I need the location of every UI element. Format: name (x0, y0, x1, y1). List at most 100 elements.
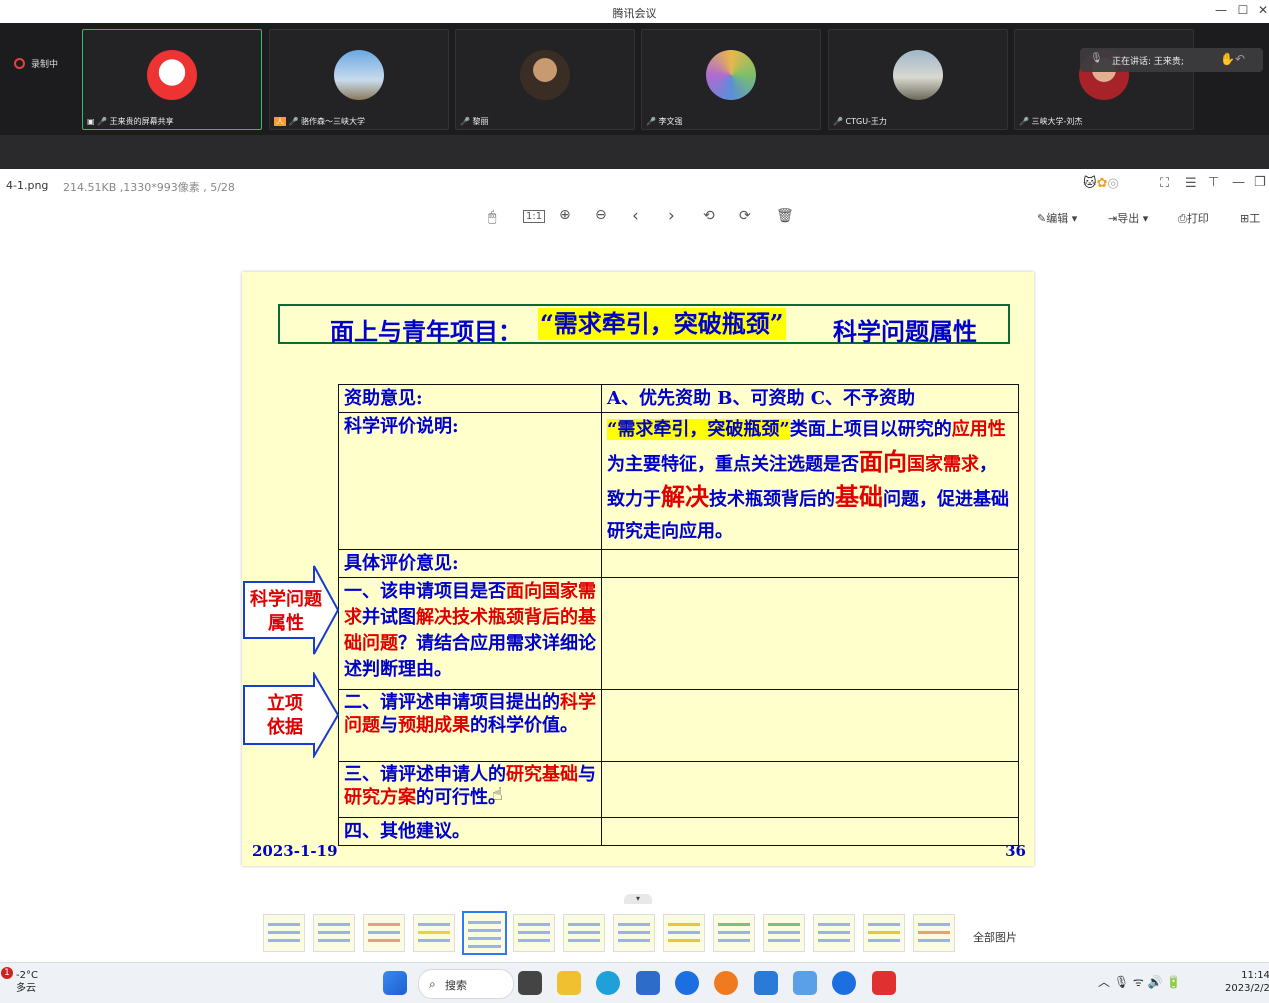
weather-widget[interactable]: -2°C 多云 (16, 969, 38, 995)
participant-tile[interactable]: 🎤 三峡大学-刘杰 (1014, 29, 1194, 130)
notification-badge[interactable]: 1 (1, 967, 13, 979)
weather-condition: 多云 (16, 983, 36, 994)
search-label: 搜索 (445, 979, 467, 992)
avatar (520, 50, 570, 100)
participant-name: 🎤 黎丽 (460, 117, 489, 126)
mic-muted-icon: 🎙 (1090, 53, 1103, 64)
table-cell: 二、请评述申请项目提出的科学问题与预期成果的科学价值。 (338, 689, 602, 762)
next-icon[interactable]: › (668, 206, 675, 226)
close-icon[interactable]: ✕ (1254, 3, 1269, 17)
edit-button[interactable]: ✎编辑 ▾ (1037, 210, 1077, 226)
task-view-icon[interactable] (518, 971, 542, 995)
participant-strip: 录制中 ▣ 🎤 王来贵的屏幕共享 人 🎤 骆作森～三峡大学 🎤 黎丽 🎤 李文强… (0, 23, 1269, 169)
thumbnail[interactable] (913, 914, 955, 952)
rotate-left-icon[interactable]: ⟲ (703, 208, 715, 224)
table-row: 科学评价说明: “需求牵引，突破瓶颈”类面上项目以研究的应用性为主要特征，重点关… (338, 412, 1019, 550)
zoom-out-icon[interactable]: ⊖ (595, 207, 607, 223)
edge-icon[interactable] (596, 971, 620, 995)
thumbnail[interactable] (413, 914, 455, 952)
taskbar-search[interactable]: ⌕ 搜索 (418, 969, 514, 999)
slide-page-number: 36 (1005, 842, 1026, 860)
grid-icon: ⊞ (1240, 212, 1250, 225)
participant-tile[interactable]: 🎤 李文强 (641, 29, 821, 130)
meeting-app-icon[interactable] (832, 971, 856, 995)
file-meta: 214.51KB ,1330*993像素 , 5/28 (63, 181, 235, 194)
actual-size-button[interactable]: 1:1 (523, 210, 546, 223)
windows-start-icon[interactable] (383, 971, 407, 995)
thumbnail[interactable] (713, 914, 755, 952)
search-icon: ⌕ (429, 977, 436, 991)
recording-label: 录制中 (31, 60, 59, 70)
thumbnail[interactable] (663, 914, 705, 952)
previous-icon[interactable]: ‹ (632, 206, 639, 226)
export-icon: ⇥ (1108, 212, 1118, 225)
delete-icon[interactable]: 🗑 (776, 208, 794, 224)
minimize-icon[interactable]: — (1212, 3, 1230, 17)
maximize-icon[interactable]: ☐ (1234, 3, 1252, 17)
thumbnail[interactable] (263, 914, 305, 952)
slide-image: 面上与青年项目： “需求牵引，突破瓶颈” 科学问题属性 资助意见: A、优先资助… (242, 272, 1034, 866)
recording-indicator[interactable]: 录制中 (14, 57, 58, 70)
table-row: 一、该申请项目是否面向国家需求并试图解决技术瓶颈背后的基础问题？请结合应用需求详… (338, 577, 1019, 690)
participant-tile[interactable]: 人 🎤 骆作森～三峡大学 (269, 29, 449, 130)
table-cell: 资助意见: (338, 384, 602, 413)
app-icon[interactable] (714, 971, 738, 995)
restore-icon[interactable]: ❐ (1254, 175, 1266, 190)
export-button[interactable]: ⇥导出 ▾ (1108, 210, 1148, 226)
speaking-indicator: 🎙 正在讲话: 王来贵; ✋↶ (1080, 48, 1263, 72)
photos-icon[interactable] (793, 971, 817, 995)
print-button[interactable]: ⎙打印 (1178, 210, 1209, 226)
table-cell (601, 817, 1019, 846)
hand-icon: ✋↶ (1220, 52, 1245, 66)
record-icon (14, 58, 25, 69)
fullscreen-icon[interactable]: ⛶ (1160, 176, 1169, 191)
table-cell (601, 577, 1019, 690)
slide-title-prefix: 面上与青年项目： (330, 317, 522, 346)
clock[interactable]: 11:14 2023/2/2 (1225, 969, 1269, 995)
tencent-meeting-icon[interactable] (675, 971, 699, 995)
time: 11:14 (1241, 970, 1269, 981)
participant-name: 🎤 李文强 (646, 117, 683, 126)
minimize-icon[interactable]: — (1232, 175, 1245, 190)
table-cell: “需求牵引，突破瓶颈”类面上项目以研究的应用性为主要特征，重点关注选题是否面向国… (601, 412, 1019, 550)
thumbnail[interactable] (363, 914, 405, 952)
participant-tile[interactable]: 🎤 黎丽 (455, 29, 635, 130)
menu-icon[interactable]: ☰ (1185, 176, 1197, 191)
slide-date: 2023-1-19 (252, 842, 338, 860)
file-explorer-icon[interactable] (557, 971, 581, 995)
thumbnail[interactable] (313, 914, 355, 952)
arrow-label: 立项依据 (267, 693, 303, 738)
avatar (147, 50, 197, 100)
all-pictures-button[interactable]: 全部图片 (973, 929, 1017, 945)
mouse-icon[interactable]: 🖱 (488, 209, 496, 225)
thumbnail[interactable] (763, 914, 805, 952)
file-name: 4-1.png (6, 179, 49, 192)
app-icon[interactable] (754, 971, 778, 995)
thumbnail[interactable] (513, 914, 555, 952)
thumbnail-selected[interactable] (462, 911, 507, 955)
thumbnail[interactable] (613, 914, 655, 952)
wps-icon[interactable] (872, 971, 896, 995)
thumbnail[interactable] (563, 914, 605, 952)
table-cell (601, 761, 1019, 818)
thumbnail[interactable] (863, 914, 905, 952)
tray-icons[interactable]: ︿ 🎙 ᯤ 🔊 🔋 (1098, 973, 1181, 990)
collapse-handle[interactable]: ▾ (624, 894, 652, 904)
store-icon[interactable] (636, 971, 660, 995)
table-cell (601, 689, 1019, 762)
participant-tile[interactable]: ▣ 🎤 王来贵的屏幕共享 (82, 29, 262, 130)
zoom-in-icon[interactable]: ⊕ (559, 207, 571, 223)
viewer-info-bar: 4-1.png 214.51KB ,1330*993像素 , 5/28 🐱✿◎ … (0, 170, 1269, 200)
thumbnail[interactable] (813, 914, 855, 952)
tools-button[interactable]: ⊞工 (1240, 210, 1260, 226)
pin-icon[interactable]: ⊤ (1208, 175, 1219, 190)
avatar-icons[interactable]: 🐱✿◎ (1083, 176, 1119, 191)
participant-tile[interactable]: 🎤 CTGU-王力 (828, 29, 1008, 130)
rotate-right-icon[interactable]: ⟳ (739, 208, 751, 224)
edit-icon: ✎ (1037, 212, 1047, 225)
table-row: 四、其他建议。 (338, 817, 1019, 846)
table-cell: 一、该申请项目是否面向国家需求并试图解决技术瓶颈背后的基础问题？请结合应用需求详… (338, 577, 602, 690)
temperature: -2°C (16, 970, 38, 981)
date: 2023/2/2 (1225, 983, 1269, 994)
slide-title-suffix: 科学问题属性 (833, 317, 977, 346)
